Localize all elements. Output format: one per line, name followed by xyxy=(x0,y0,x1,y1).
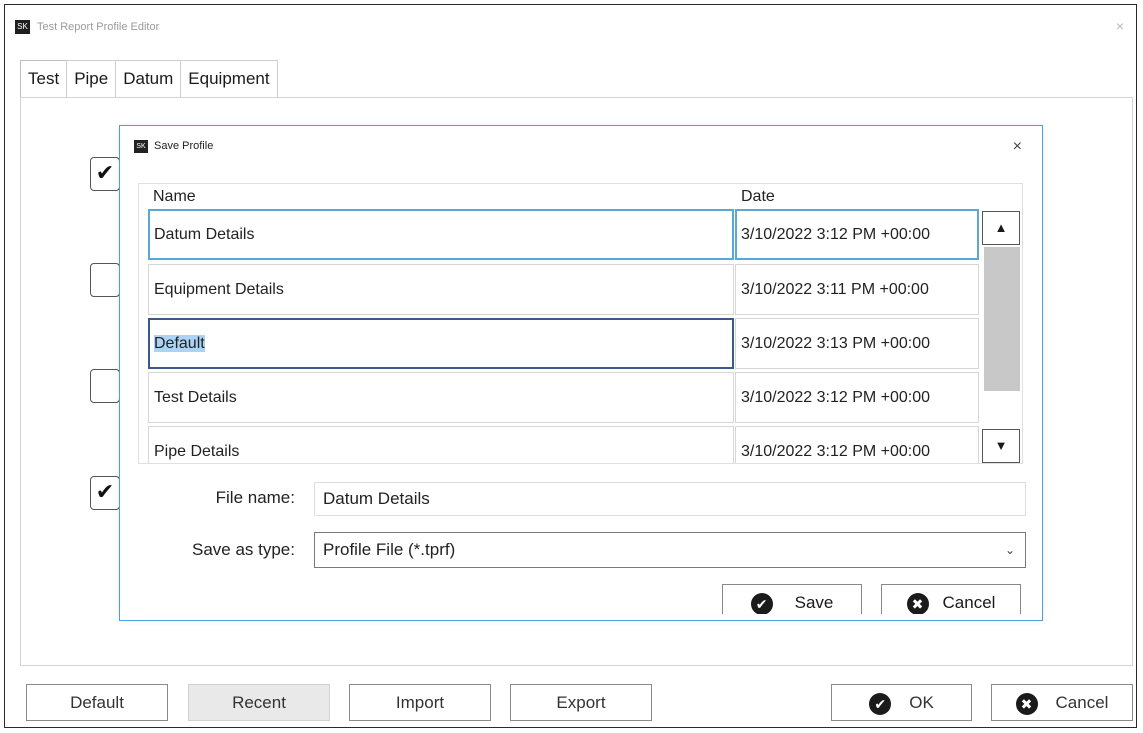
row-date-cell[interactable]: 3/10/2022 3:12 PM +00:00 xyxy=(735,372,979,423)
option-checkbox-1[interactable]: ✔ xyxy=(90,157,120,191)
save-as-type-value: Profile File (*.tprf) xyxy=(323,540,456,559)
option-checkbox-3[interactable] xyxy=(90,369,120,403)
row-name-cell[interactable]: Pipe Details xyxy=(148,426,734,463)
dialog-save-button[interactable]: ✔ Save xyxy=(722,584,862,614)
default-button[interactable]: Default xyxy=(26,684,168,721)
option-checkbox-2[interactable] xyxy=(90,263,120,297)
row-date-cell[interactable]: 3/10/2022 3:12 PM +00:00 xyxy=(735,209,979,260)
row-name-cell[interactable]: Datum Details xyxy=(148,209,734,260)
row-name-cell-editing[interactable]: Default xyxy=(148,318,734,369)
row-date-cell[interactable]: 3/10/2022 3:13 PM +00:00 xyxy=(735,318,979,369)
tab-strip: Test Pipe Datum Equipment xyxy=(20,60,278,98)
option-checkbox-4[interactable]: ✔ xyxy=(90,476,120,510)
check-circle-icon: ✔ xyxy=(750,592,773,614)
file-name-input[interactable]: Datum Details xyxy=(314,482,1026,516)
dialog-close-icon[interactable]: × xyxy=(1013,138,1022,156)
row-date-cell[interactable]: 3/10/2022 3:12 PM +00:00 xyxy=(735,426,979,463)
window-close-icon[interactable]: × xyxy=(1116,18,1124,34)
import-button[interactable]: Import xyxy=(349,684,491,721)
window-titlebar: SK Test Report Profile Editor × xyxy=(5,5,1136,49)
grid-scrollbar[interactable]: ▲ ▼ xyxy=(982,209,1022,463)
column-header-name[interactable]: Name xyxy=(153,188,196,206)
save-profile-dialog: SK Save Profile × Name Date Datum Detail… xyxy=(119,125,1043,621)
save-as-type-select[interactable]: Profile File (*.tprf) ⌄ xyxy=(314,532,1026,568)
row-name-cell[interactable]: Test Details xyxy=(148,372,734,423)
dialog-app-icon: SK xyxy=(134,140,148,153)
recent-button[interactable]: Recent xyxy=(188,684,330,721)
check-circle-icon: ✔ xyxy=(869,692,892,715)
export-button[interactable]: Export xyxy=(510,684,652,721)
dialog-title: Save Profile xyxy=(154,140,214,152)
app-icon: SK xyxy=(15,20,30,34)
profile-grid: Name Date Datum Details 3/10/2022 3:12 P… xyxy=(138,183,1023,464)
x-circle-icon: ✖ xyxy=(906,592,929,614)
cancel-button[interactable]: ✖ Cancel xyxy=(991,684,1133,721)
tab-test[interactable]: Test xyxy=(20,60,68,98)
tab-equipment[interactable]: Equipment xyxy=(180,60,278,98)
cancel-label: Cancel xyxy=(1055,693,1109,712)
ok-button[interactable]: ✔ OK xyxy=(831,684,972,721)
scroll-down-icon[interactable]: ▼ xyxy=(982,429,1020,463)
file-name-label: File name: xyxy=(215,488,295,507)
dialog-save-label: Save xyxy=(794,593,834,612)
scroll-up-icon[interactable]: ▲ xyxy=(982,211,1020,245)
dialog-cancel-button[interactable]: ✖ Cancel xyxy=(881,584,1021,614)
dialog-cancel-label: Cancel xyxy=(942,593,996,612)
column-header-date[interactable]: Date xyxy=(741,188,775,206)
row-date-cell[interactable]: 3/10/2022 3:11 PM +00:00 xyxy=(735,264,979,315)
tab-pipe[interactable]: Pipe xyxy=(66,60,117,98)
selected-text: Default xyxy=(154,335,205,352)
save-as-type-label: Save as type: xyxy=(191,540,295,559)
scroll-thumb[interactable] xyxy=(984,247,1020,391)
row-name-cell[interactable]: Equipment Details xyxy=(148,264,734,315)
window-title: Test Report Profile Editor xyxy=(37,21,160,33)
ok-label: OK xyxy=(909,693,934,712)
tab-datum[interactable]: Datum xyxy=(115,60,182,98)
x-circle-icon: ✖ xyxy=(1015,692,1038,715)
chevron-down-icon: ⌄ xyxy=(1004,543,1015,557)
